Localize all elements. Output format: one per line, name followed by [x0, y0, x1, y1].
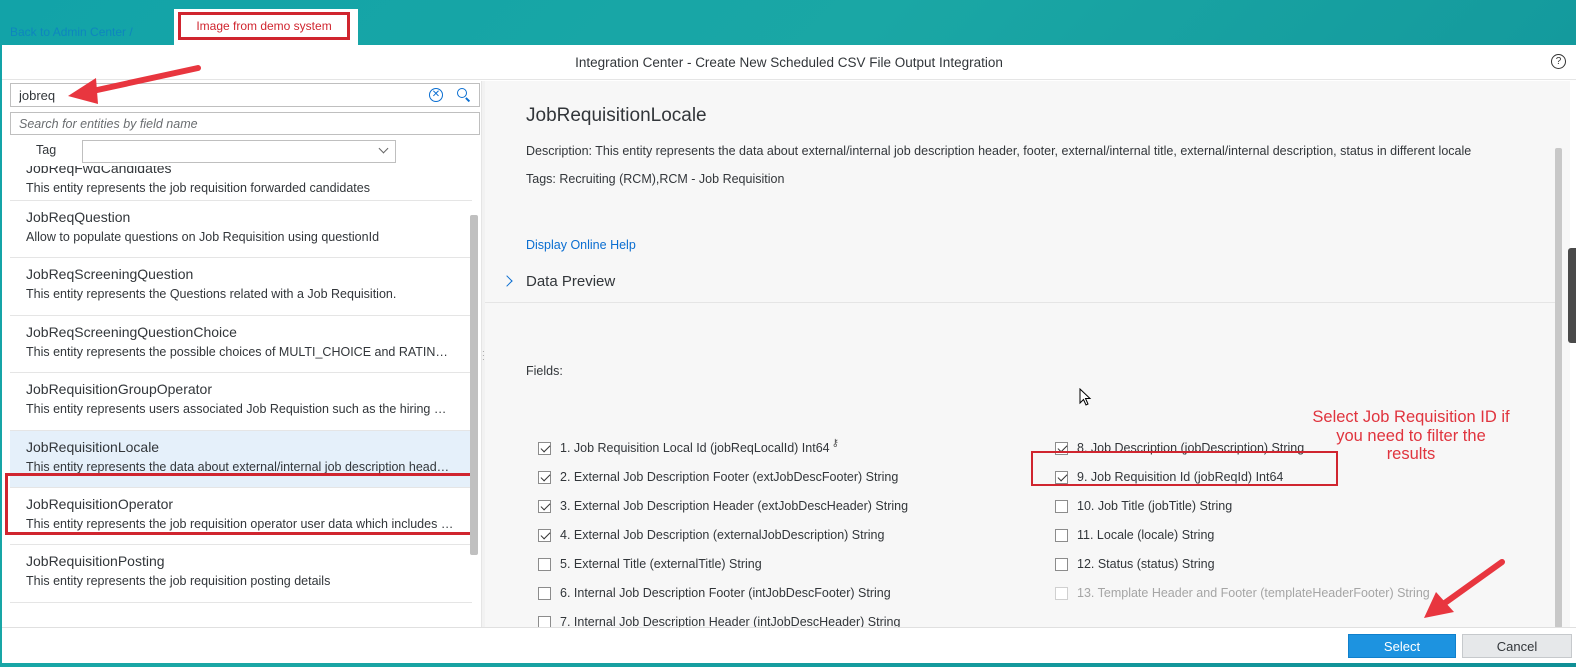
field-checkbox-row[interactable]: 6. Internal Job Description Footer (intJ… [538, 586, 891, 600]
chevron-down-icon [378, 143, 389, 154]
demo-system-label: Image from demo system [178, 12, 350, 40]
mouse-cursor-icon [1079, 387, 1093, 413]
entity-list-item[interactable]: JobRequisitionOperator This entity repres… [10, 487, 472, 546]
entity-name: JobReqFwdCandidates [26, 166, 172, 176]
field-checkbox-row[interactable]: 4. External Job Description (externalJob… [538, 528, 884, 542]
field-checkbox[interactable] [1055, 557, 1068, 571]
search-icon[interactable] [457, 88, 471, 102]
entity-selector-panel: ✕ Tag JobReqFwdCandidates This entity rep… [2, 81, 482, 627]
entity-name: JobRequisitionOperator [26, 495, 174, 512]
field-label: 2. External Job Description Footer (extJ… [560, 470, 899, 484]
select-button[interactable]: Select [1348, 634, 1456, 658]
entity-description: This entity represents the job requisiti… [26, 181, 370, 195]
field-checkbox[interactable] [538, 586, 551, 600]
key-icon: ⚷ [831, 437, 839, 449]
help-icon[interactable]: ? [1551, 54, 1566, 69]
field-label: 8. Job Description (jobDescription) Stri… [1077, 441, 1305, 455]
field-checkbox-row[interactable]: 2. External Job Description Footer (extJ… [538, 470, 898, 484]
field-label: 10. Job Title (jobTitle) String [1077, 499, 1233, 513]
entity-list-item[interactable]: JobReqScreeningQuestionChoice This entity… [10, 315, 472, 374]
entity-name: JobRequisitionLocale [26, 438, 160, 455]
entity-name: JobRequisitionGroupOperator [26, 381, 212, 398]
entity-description: This entity represents the job requisiti… [26, 574, 331, 589]
field-label: 4. External Job Description (externalJob… [560, 528, 885, 542]
entity-list-item[interactable]: JobRequisitionLocale This entity represen… [10, 430, 472, 488]
fields-label: Fields: [526, 364, 563, 378]
entity-list-item[interactable]: JobReqScreeningQuestion This entity repre… [10, 258, 472, 316]
entity-description: This entity represents the Questions rel… [26, 287, 397, 302]
field-checkbox-row[interactable]: 8. Job Description (jobDescription) Stri… [1055, 441, 1304, 455]
field-checkbox-row: 13. Template Header and Footer (template… [1055, 586, 1430, 600]
dialog-title: Integration Center - Create New Schedule… [575, 54, 1003, 70]
field-checkbox-row[interactable]: 1. Job Requisition Local Id (jobReqLocal… [538, 437, 839, 455]
field-checkbox[interactable] [538, 470, 551, 484]
field-checkbox[interactable] [538, 499, 551, 513]
entity-description: This entity represents the possible choi… [26, 344, 472, 359]
field-checkbox-row[interactable]: 10. Job Title (jobTitle) String [1055, 499, 1232, 513]
detail-scrollbar[interactable] [1555, 148, 1562, 628]
data-preview-toggle[interactable]: Data Preview [485, 263, 1560, 303]
annotation-callout: Select Job Requisition ID if you need to… [1312, 408, 1510, 463]
field-checkbox[interactable] [538, 441, 551, 455]
chevron-right-icon [501, 275, 513, 287]
entity-list: JobReqFwdCandidates This entity represent… [10, 166, 472, 627]
field-label: 5. External Title (externalTitle) String [560, 557, 762, 571]
field-label: 13. Template Header and Footer (template… [1077, 586, 1430, 600]
field-checkbox-row[interactable]: 5. External Title (externalTitle) String [538, 557, 762, 571]
field-name-search-input[interactable] [11, 113, 479, 134]
tag-select[interactable] [82, 140, 396, 163]
display-online-help-link[interactable]: Display Online Help [526, 238, 636, 252]
cancel-button[interactable]: Cancel [1462, 634, 1572, 658]
demo-label-container: Image from demo system [174, 9, 358, 45]
clear-search-icon[interactable]: ✕ [429, 88, 443, 102]
back-to-admin-center-link[interactable]: Back to Admin Center / [10, 25, 133, 39]
entity-list-item[interactable]: JobReqFwdCandidates This entity represent… [10, 166, 472, 201]
dialog-header: Integration Center - Create New Schedule… [2, 45, 1576, 80]
field-label: 6. Internal Job Description Footer (intJ… [560, 586, 891, 600]
field-checkbox-row[interactable]: 11. Locale (locale) String [1055, 528, 1214, 542]
entity-search-input[interactable] [11, 85, 429, 105]
field-name-search [10, 112, 480, 135]
field-checkbox-row[interactable]: 9. Job Requisition Id (jobReqId) Int64 [1055, 470, 1283, 484]
entity-list-item[interactable]: JobReqQuestion Allow to populate question… [10, 201, 472, 259]
entity-description: This entity represents users associated … [26, 402, 472, 417]
entity-title: JobRequisitionLocale [526, 105, 707, 126]
entity-list-item[interactable]: JobRequisitionGroupOperator This entity r… [10, 373, 472, 431]
data-preview-label: Data Preview [526, 273, 616, 290]
entity-description: This entity represents the job requisiti… [26, 516, 472, 531]
entity-name: JobRequisitionPosting [26, 553, 165, 570]
entity-name: JobReqQuestion [26, 209, 131, 225]
entity-detail-panel: JobRequisitionLocale Description: This e… [485, 81, 1570, 629]
field-checkbox[interactable] [1055, 441, 1068, 455]
field-label: 12. Status (status) String [1077, 557, 1215, 571]
integration-dialog: Integration Center - Create New Schedule… [2, 45, 1576, 663]
field-checkbox[interactable] [1055, 528, 1068, 542]
field-label: 9. Job Requisition Id (jobReqId) Int64 [1077, 470, 1284, 484]
field-label: 11. Locale (locale) String [1077, 528, 1215, 542]
field-checkbox [1055, 586, 1068, 600]
field-checkbox-row[interactable]: 12. Status (status) String [1055, 557, 1215, 571]
tag-label: Tag [36, 143, 57, 157]
field-label: 1. Job Requisition Local Id (jobReqLocal… [560, 441, 830, 455]
field-checkbox[interactable] [538, 528, 551, 542]
entity-description: This entity represents the data about ex… [26, 459, 472, 474]
entity-description: Description: This entity represents the … [526, 144, 1472, 158]
field-checkbox-row[interactable]: 3. External Job Description Header (extJ… [538, 499, 908, 513]
field-checkbox[interactable] [538, 557, 551, 571]
entity-list-item[interactable]: JobRequisitionPosting This entity represe… [10, 545, 472, 603]
field-checkbox[interactable] [1055, 470, 1068, 484]
entity-name: JobReqScreeningQuestionChoice [26, 323, 237, 340]
entity-list-scrollbar[interactable] [470, 215, 478, 555]
dialog-footer: Select Cancel [2, 627, 1576, 663]
field-checkbox[interactable] [1055, 499, 1068, 513]
field-label: 3. External Job Description Header (extJ… [560, 499, 909, 513]
entity-tags: Tags: Recruiting (RCM),RCM - Job Requisi… [526, 172, 785, 186]
entity-search-box: ✕ [10, 83, 480, 107]
entity-description: Allow to populate questions on Job Requi… [26, 230, 380, 244]
side-panel-tab[interactable] [1568, 248, 1576, 343]
entity-name: JobReqScreeningQuestion [26, 266, 194, 283]
